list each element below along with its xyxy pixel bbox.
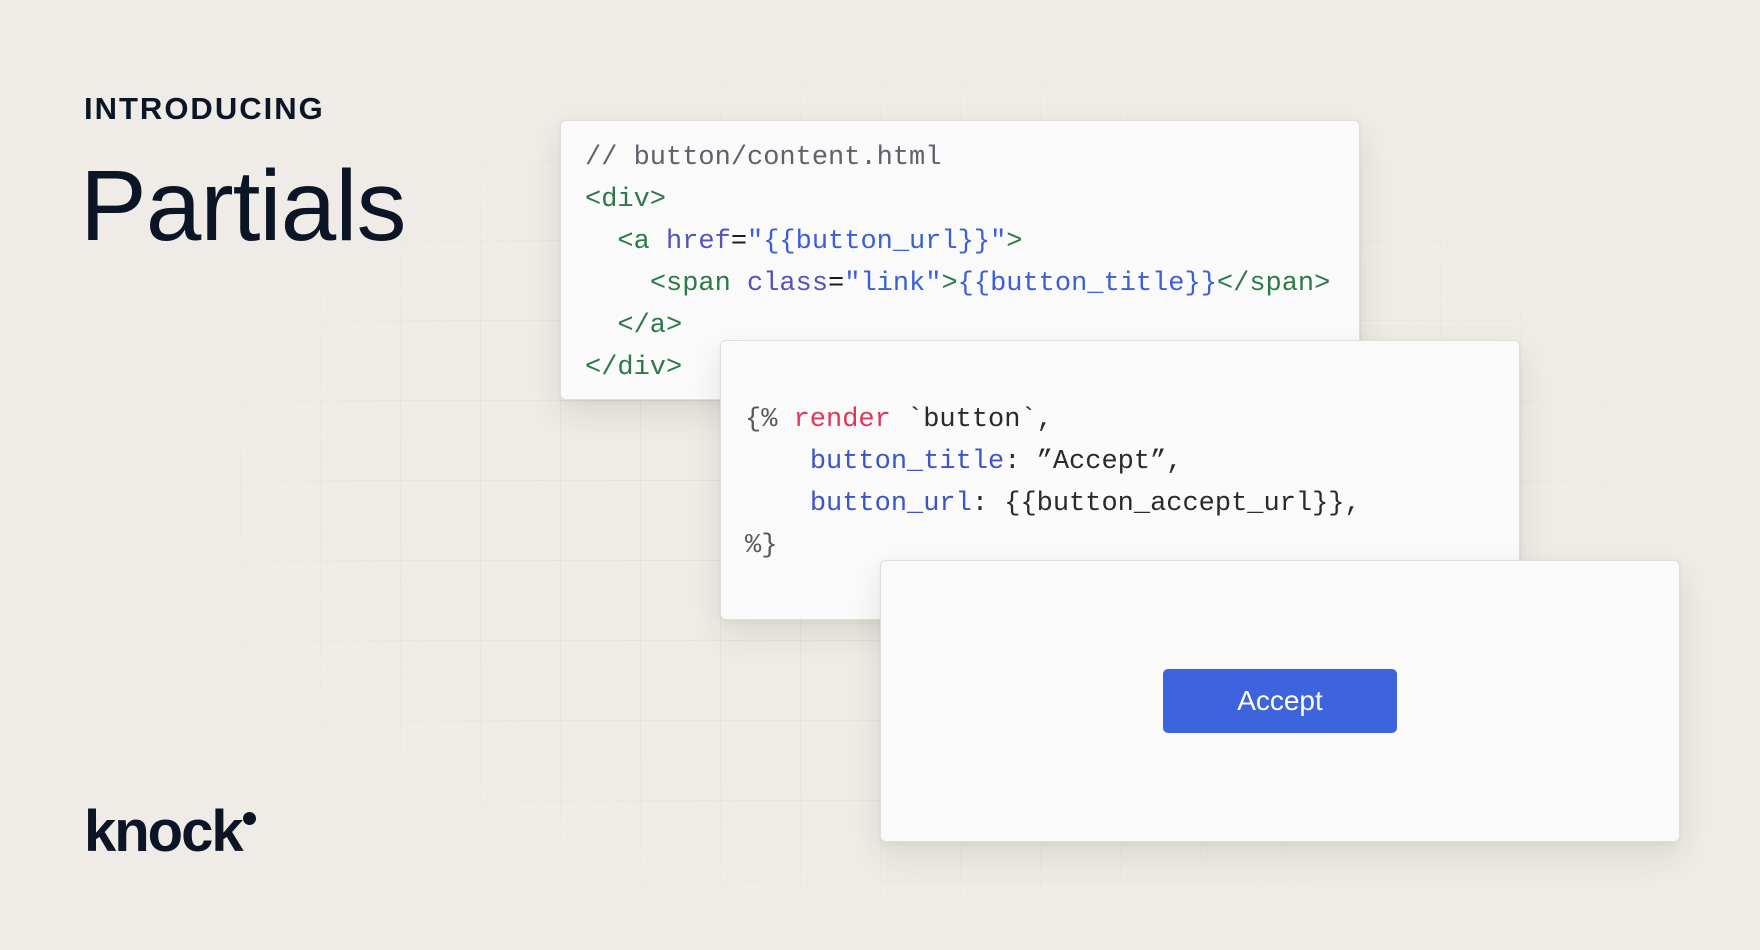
logo-wordmark: knock [84, 799, 244, 864]
rendered-preview-card: Accept [880, 560, 1680, 842]
code-a-eq: = [730, 227, 748, 257]
logo-dot-icon [242, 812, 256, 825]
code-a-attr: href [666, 227, 731, 257]
code-span-attr: class [747, 269, 829, 299]
code-open-delim: {% [745, 405, 778, 435]
code-div-open: <div> [585, 185, 667, 215]
code-close-delim: %} [745, 531, 778, 561]
accept-button[interactable]: Accept [1163, 669, 1397, 733]
code-span-eq: = [828, 269, 845, 299]
code-a-close: </a> [617, 311, 683, 341]
code-div-close: </div> [585, 353, 683, 383]
code-arg1-key: button_title [809, 447, 1005, 477]
code-span-open-tag: <span [649, 269, 731, 299]
code-comment: // button/content.html [585, 143, 942, 173]
code-arg2-rest: : {{button_accept_url}}, [971, 489, 1361, 519]
code-arg2-key: button_url [809, 489, 972, 519]
knock-logo: knock [84, 800, 256, 870]
code-span-close-tag: </span> [1216, 269, 1331, 299]
eyebrow-label: INTRODUCING [84, 91, 325, 126]
code-span-var: {{button_title}} [957, 269, 1217, 299]
code-a-open-tag: <a [617, 227, 650, 257]
code-span-value: "link" [844, 269, 942, 299]
code-partial-name: `button`, [907, 405, 1053, 435]
code-arg1-rest: : ”Accept”, [1004, 447, 1183, 477]
page-title: Partials [80, 150, 406, 262]
code-a-close-bracket: > [1006, 227, 1023, 257]
code-a-value: "{{button_url}}" [747, 227, 1007, 257]
code-render-keyword: render [793, 405, 891, 435]
render-call-code: {% render `button`, button_title: ”Accep… [745, 399, 1361, 567]
code-span-close-bracket: > [941, 269, 958, 299]
